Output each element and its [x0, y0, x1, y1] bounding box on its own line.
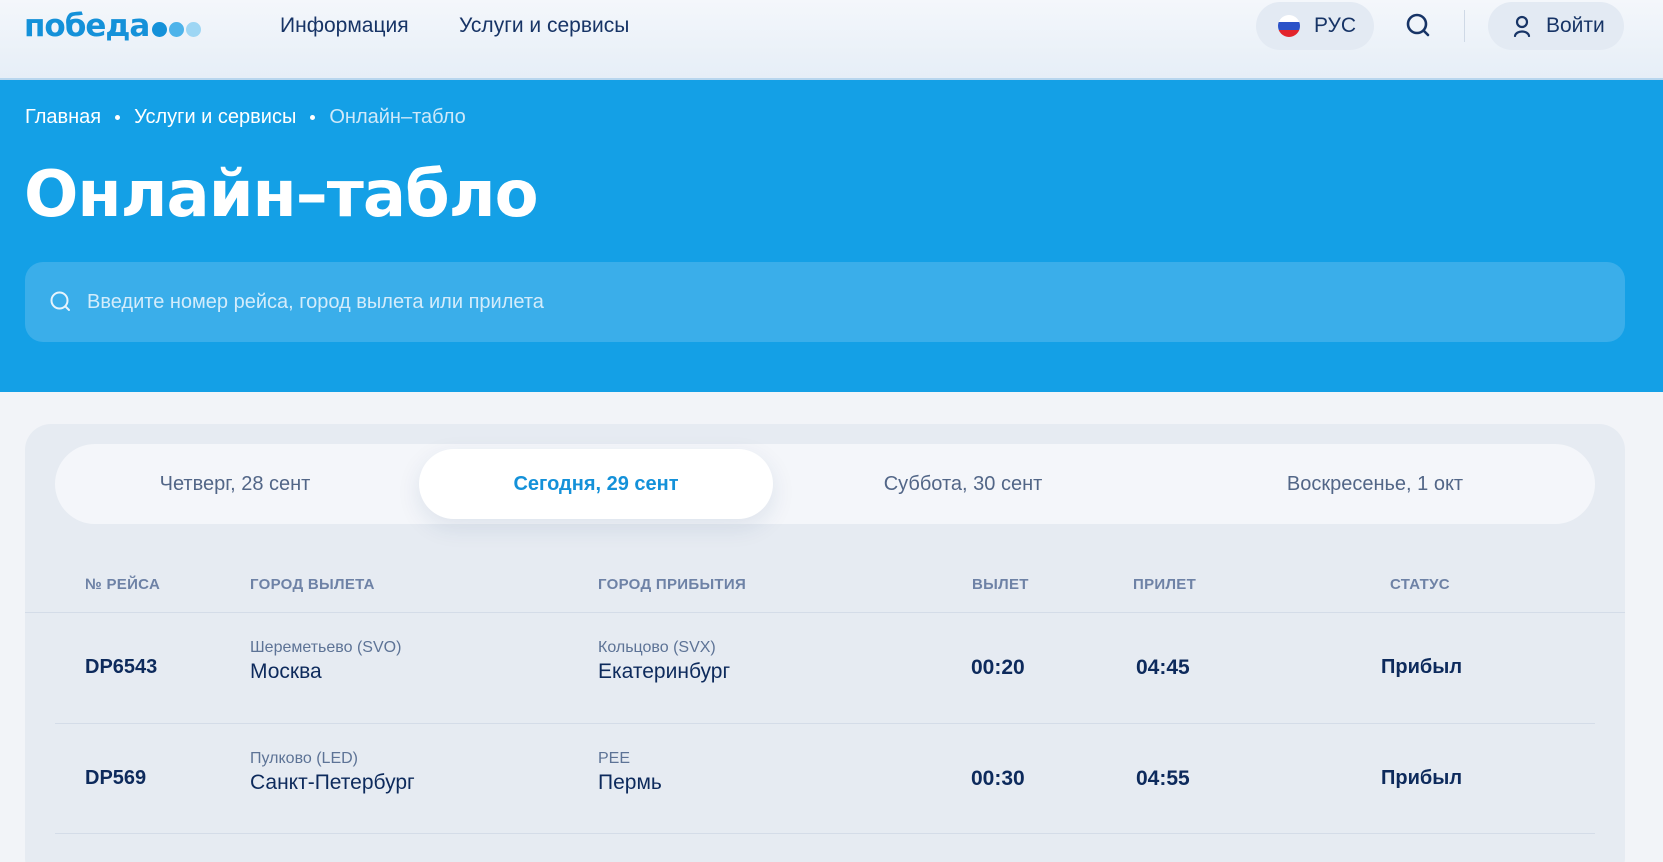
- breadcrumb: Главная Услуги и сервисы Онлайн–табло: [25, 106, 466, 129]
- search-icon: [1406, 13, 1430, 37]
- arrival-airport: PEE: [598, 750, 631, 767]
- flight-status: Прибыл: [1381, 656, 1463, 678]
- language-label: РУС: [1314, 14, 1357, 37]
- departure-time: 00:20: [971, 656, 1025, 679]
- tab-today[interactable]: Сегодня, 29 сент: [419, 449, 773, 519]
- tab-saturday[interactable]: Суббота, 30 сент: [779, 444, 1147, 524]
- flight-number: DP6543: [85, 656, 158, 678]
- arrival-time: 04:55: [1136, 767, 1190, 790]
- nav-info-link[interactable]: Информация: [280, 14, 409, 38]
- column-header-arrival-time: ПРИЛЕТ: [1133, 576, 1197, 593]
- tab-thursday[interactable]: Четверг, 28 сент: [55, 444, 415, 524]
- user-icon: [1513, 15, 1531, 37]
- flight-status: Прибыл: [1381, 767, 1463, 789]
- departure-city: Москва: [250, 660, 322, 683]
- departure-airport: Пулково (LED): [250, 750, 359, 767]
- table-row[interactable]: DP6543 Шереметьево (SVO) Москва Кольцово…: [25, 614, 1625, 724]
- hero-section: Главная Услуги и сервисы Онлайн–табло Он…: [0, 80, 1663, 392]
- language-switcher[interactable]: РУС: [1256, 2, 1374, 50]
- table-row[interactable]: DP569 Пулково (LED) Санкт-Петербург PEE …: [25, 724, 1625, 834]
- logo-dot: [169, 21, 185, 37]
- departure-cell: Пулково (LED) Санкт-Петербург: [250, 750, 415, 795]
- search-icon: [50, 291, 70, 311]
- flight-search-input[interactable]: [87, 290, 1487, 314]
- arrival-airport: Кольцово (SVX): [598, 639, 716, 656]
- flight-number: DP569: [85, 767, 147, 789]
- logo-dot: [186, 21, 202, 37]
- arrival-cell: Кольцово (SVX) Екатеринбург: [598, 639, 730, 684]
- flight-search-box[interactable]: [25, 262, 1625, 342]
- logo-text: победа: [24, 8, 150, 44]
- departure-city: Санкт-Петербург: [250, 771, 415, 794]
- pobeda-logo[interactable]: победа: [24, 8, 203, 44]
- breadcrumb-separator: [115, 115, 121, 120]
- arrival-city: Пермь: [598, 771, 662, 794]
- departure-airport: Шереметьево (SVO): [250, 639, 402, 656]
- departure-time: 00:30: [971, 767, 1025, 790]
- row-divider: [55, 833, 1595, 834]
- column-header-arrival-city: ГОРОД ПРИБЫТИЯ: [598, 576, 747, 593]
- nav-services-link[interactable]: Услуги и сервисы: [459, 14, 629, 38]
- column-header-flight-number: № РЕЙСА: [85, 576, 161, 593]
- tab-sunday[interactable]: Воскресенье, 1 окт: [1155, 444, 1595, 524]
- column-header-departure-time: ВЫЛЕТ: [972, 576, 1029, 593]
- departure-cell: Шереметьево (SVO) Москва: [250, 639, 401, 684]
- page-title: Онлайн–табло: [24, 158, 539, 232]
- breadcrumb-separator: [310, 115, 316, 120]
- flight-board: Четверг, 28 сент Сегодня, 29 сент Суббот…: [25, 424, 1625, 862]
- header-divider: [1464, 10, 1465, 42]
- logo-dot: [152, 21, 168, 37]
- date-tabs: Четверг, 28 сент Сегодня, 29 сент Суббот…: [55, 444, 1595, 524]
- login-button[interactable]: Войти: [1488, 2, 1624, 50]
- arrival-city: Екатеринбург: [598, 660, 731, 683]
- search-button[interactable]: [1405, 12, 1433, 40]
- breadcrumb-services[interactable]: Услуги и сервисы: [134, 106, 296, 129]
- breadcrumb-home[interactable]: Главная: [25, 106, 101, 129]
- breadcrumb-current: Онлайн–табло: [329, 106, 466, 128]
- russia-flag-icon: [1278, 15, 1300, 37]
- column-header-status: СТАТУС: [1390, 576, 1450, 593]
- logo-dots: [152, 21, 203, 37]
- header-divider-line: [25, 612, 1625, 613]
- arrival-cell: PEE Пермь: [598, 750, 662, 795]
- arrival-time: 04:45: [1136, 656, 1190, 679]
- site-header: победа Информация Услуги и сервисы РУС В…: [0, 0, 1663, 80]
- column-header-departure-city: ГОРОД ВЫЛЕТА: [250, 576, 375, 593]
- login-label: Войти: [1546, 14, 1605, 37]
